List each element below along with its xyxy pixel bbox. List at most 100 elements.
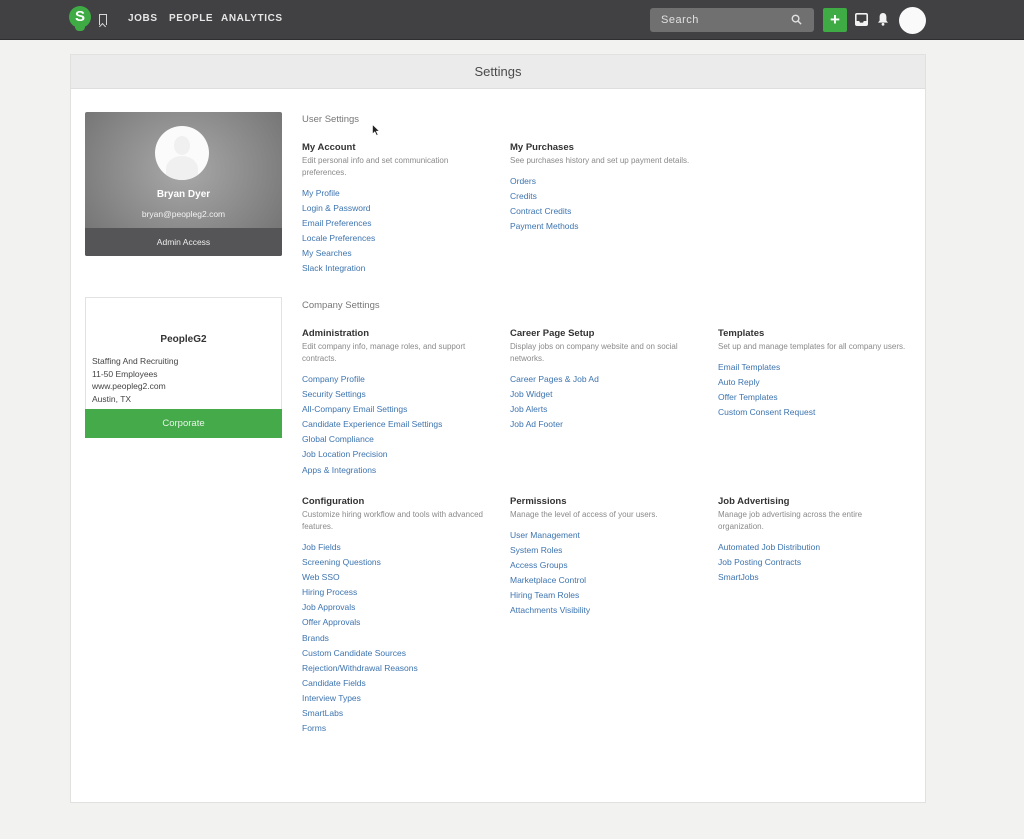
group-description: See purchases history and set up payment… <box>510 156 690 165</box>
list-item: Auto Reply <box>718 374 918 389</box>
link-marketplace-control[interactable]: Marketplace Control <box>510 575 586 585</box>
link-slack-integration[interactable]: Slack Integration <box>302 263 365 273</box>
profile-email: bryan@peopleg2.com <box>141 209 226 219</box>
group-configuration: Configuration Customize hiring workflow a… <box>302 496 502 735</box>
user-avatar[interactable] <box>899 7 926 34</box>
link-brands[interactable]: Brands <box>302 633 329 643</box>
nav-analytics[interactable]: ANALYTICS <box>221 13 283 24</box>
list-item: Web SSO <box>302 569 502 584</box>
link-all-company-email-settings[interactable]: All-Company Email Settings <box>302 404 407 414</box>
link-locale-preferences[interactable]: Locale Preferences <box>302 233 375 243</box>
list-item: All-Company Email Settings <box>302 401 502 416</box>
link-apps-integrations[interactable]: Apps & Integrations <box>302 465 376 475</box>
link-screening-questions[interactable]: Screening Questions <box>302 557 381 567</box>
profile-card[interactable]: Bryan Dyer bryan@peopleg2.com Admin Acce… <box>85 112 282 256</box>
group-link-list: My Profile Login & Password Email Preferen… <box>302 185 502 276</box>
link-my-profile[interactable]: My Profile <box>302 188 340 198</box>
link-custom-consent-request[interactable]: Custom Consent Request <box>718 407 815 417</box>
link-email-templates[interactable]: Email Templates <box>718 362 780 372</box>
list-item: Candidate Fields <box>302 675 502 690</box>
search-icon[interactable] <box>791 14 802 25</box>
link-job-ad-footer[interactable]: Job Ad Footer <box>510 419 563 429</box>
link-forms[interactable]: Forms <box>302 723 326 733</box>
link-job-posting-contracts[interactable]: Job Posting Contracts <box>718 557 801 567</box>
link-user-management[interactable]: User Management <box>510 530 580 540</box>
link-rejection-withdrawal-reasons[interactable]: Rejection/Withdrawal Reasons <box>302 663 418 673</box>
link-candidate-experience-email-settings[interactable]: Candidate Experience Email Settings <box>302 419 442 429</box>
link-job-widget[interactable]: Job Widget <box>510 389 553 399</box>
link-job-approvals[interactable]: Job Approvals <box>302 602 355 612</box>
mouse-cursor-icon <box>372 124 380 136</box>
list-item: Interview Types <box>302 690 502 705</box>
link-smartlabs[interactable]: SmartLabs <box>302 708 343 718</box>
link-email-preferences[interactable]: Email Preferences <box>302 218 371 228</box>
list-item: Contract Credits <box>510 203 710 218</box>
link-contract-credits[interactable]: Contract Credits <box>510 206 571 216</box>
list-item: Career Pages & Job Ad <box>510 371 710 386</box>
link-security-settings[interactable]: Security Settings <box>302 389 366 399</box>
list-item: Credits <box>510 188 710 203</box>
link-hiring-process[interactable]: Hiring Process <box>302 587 357 597</box>
link-automated-job-distribution[interactable]: Automated Job Distribution <box>718 542 820 552</box>
link-interview-types[interactable]: Interview Types <box>302 693 361 703</box>
group-heading: Configuration <box>302 496 365 507</box>
list-item: Email Preferences <box>302 215 502 230</box>
list-item: Job Location Precision <box>302 446 502 461</box>
link-custom-candidate-sources[interactable]: Custom Candidate Sources <box>302 648 406 658</box>
list-item: Locale Preferences <box>302 230 502 245</box>
logo-letter: S <box>69 6 91 28</box>
link-auto-reply[interactable]: Auto Reply <box>718 377 760 387</box>
logo[interactable]: S <box>69 6 91 32</box>
link-access-groups[interactable]: Access Groups <box>510 560 568 570</box>
inbox-icon[interactable] <box>855 13 868 26</box>
link-job-alerts[interactable]: Job Alerts <box>510 404 547 414</box>
list-item: Security Settings <box>302 386 502 401</box>
group-description: Customize hiring workflow and tools with… <box>302 510 483 531</box>
link-job-location-precision[interactable]: Job Location Precision <box>302 449 388 459</box>
group-permissions: Permissions Manage the level of access of… <box>510 496 710 618</box>
link-system-roles[interactable]: System Roles <box>510 545 562 555</box>
link-web-sso[interactable]: Web SSO <box>302 572 340 582</box>
bell-icon[interactable] <box>877 12 889 26</box>
company-plan: Corporate <box>85 409 282 438</box>
group-description: Edit personal info and set communication… <box>302 156 449 177</box>
group-link-list: Email Templates Auto Reply Offer Templates… <box>718 359 918 419</box>
list-item: Brands <box>302 630 502 645</box>
link-job-fields[interactable]: Job Fields <box>302 542 341 552</box>
link-my-searches[interactable]: My Searches <box>302 248 352 258</box>
list-item: Custom Consent Request <box>718 404 918 419</box>
bookmark-icon[interactable] <box>99 14 107 25</box>
link-payment-methods[interactable]: Payment Methods <box>510 221 579 231</box>
company-card[interactable]: PeopleG2 Staffing And Recruiting 11-50 E… <box>85 297 282 438</box>
link-attachments-visibility[interactable]: Attachments Visibility <box>510 605 590 615</box>
link-offer-approvals[interactable]: Offer Approvals <box>302 617 360 627</box>
profile-role: Admin Access <box>85 228 282 256</box>
group-description: Manage the level of access of your users… <box>510 510 658 519</box>
nav-jobs[interactable]: JOBS <box>128 13 158 24</box>
group-description: Edit company info, manage roles, and sup… <box>302 342 466 363</box>
group-link-list: Orders Credits Contract Credits Payment Met… <box>510 173 710 233</box>
link-company-profile[interactable]: Company Profile <box>302 374 365 384</box>
avatar-head <box>174 136 190 155</box>
link-hiring-team-roles[interactable]: Hiring Team Roles <box>510 590 579 600</box>
list-item: Offer Templates <box>718 389 918 404</box>
list-item: Rejection/Withdrawal Reasons <box>302 660 502 675</box>
link-global-compliance[interactable]: Global Compliance <box>302 434 374 444</box>
add-button[interactable]: + <box>823 8 847 32</box>
profile-avatar <box>155 126 209 180</box>
link-credits[interactable]: Credits <box>510 191 537 201</box>
link-career-pages-job-ad[interactable]: Career Pages & Job Ad <box>510 374 599 384</box>
link-smartjobs[interactable]: SmartJobs <box>718 572 759 582</box>
list-item: Custom Candidate Sources <box>302 645 502 660</box>
list-item: Job Ad Footer <box>510 416 710 431</box>
search-input[interactable] <box>650 8 788 32</box>
link-candidate-fields[interactable]: Candidate Fields <box>302 678 366 688</box>
group-description: Display jobs on company website and on s… <box>510 342 678 363</box>
nav-people[interactable]: PEOPLE <box>169 13 213 24</box>
group-heading: My Account <box>302 142 356 153</box>
company-size: 11-50 Employees <box>92 368 158 379</box>
user-settings-title: User Settings <box>302 114 360 125</box>
link-orders[interactable]: Orders <box>510 176 536 186</box>
link-offer-templates[interactable]: Offer Templates <box>718 392 778 402</box>
link-login-password[interactable]: Login & Password <box>302 203 371 213</box>
